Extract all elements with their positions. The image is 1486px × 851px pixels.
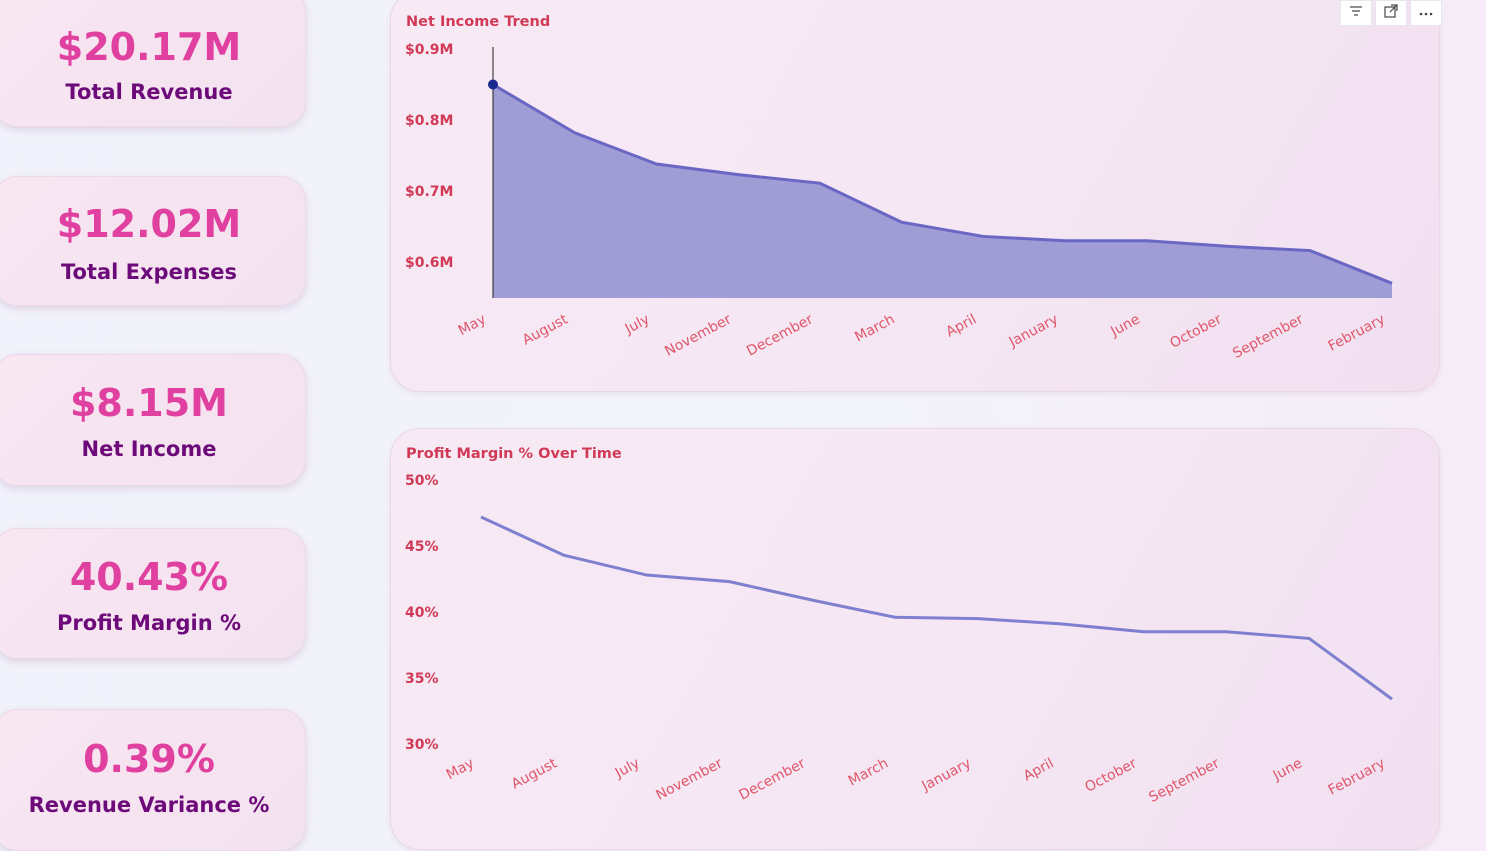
x-tick-label: September [1146, 755, 1222, 806]
y-tick-label: 50% [405, 473, 439, 489]
x-tick-label: October [1082, 755, 1139, 796]
x-tick-label: March [846, 755, 891, 789]
x-tick-label: April [1021, 755, 1057, 784]
x-tick-label: August [509, 755, 560, 792]
x-tick-label: June [1270, 755, 1305, 784]
x-tick-label: July [612, 755, 643, 781]
y-tick-label: 45% [405, 539, 439, 555]
y-tick-label: 40% [405, 605, 439, 621]
series-line [480, 515, 1393, 701]
x-tick-label: November [654, 755, 726, 803]
y-tick-label: 30% [405, 737, 439, 753]
x-tick-label: February [1326, 755, 1388, 798]
x-tick-label: January [919, 755, 974, 795]
x-tick-label: May [444, 755, 477, 783]
y-tick-label: 35% [405, 671, 439, 687]
x-tick-label: December [737, 755, 809, 803]
profit-margin-chart[interactable]: 30% 35% 40% 45% 50% May August July November Dece… [0, 0, 1486, 836]
